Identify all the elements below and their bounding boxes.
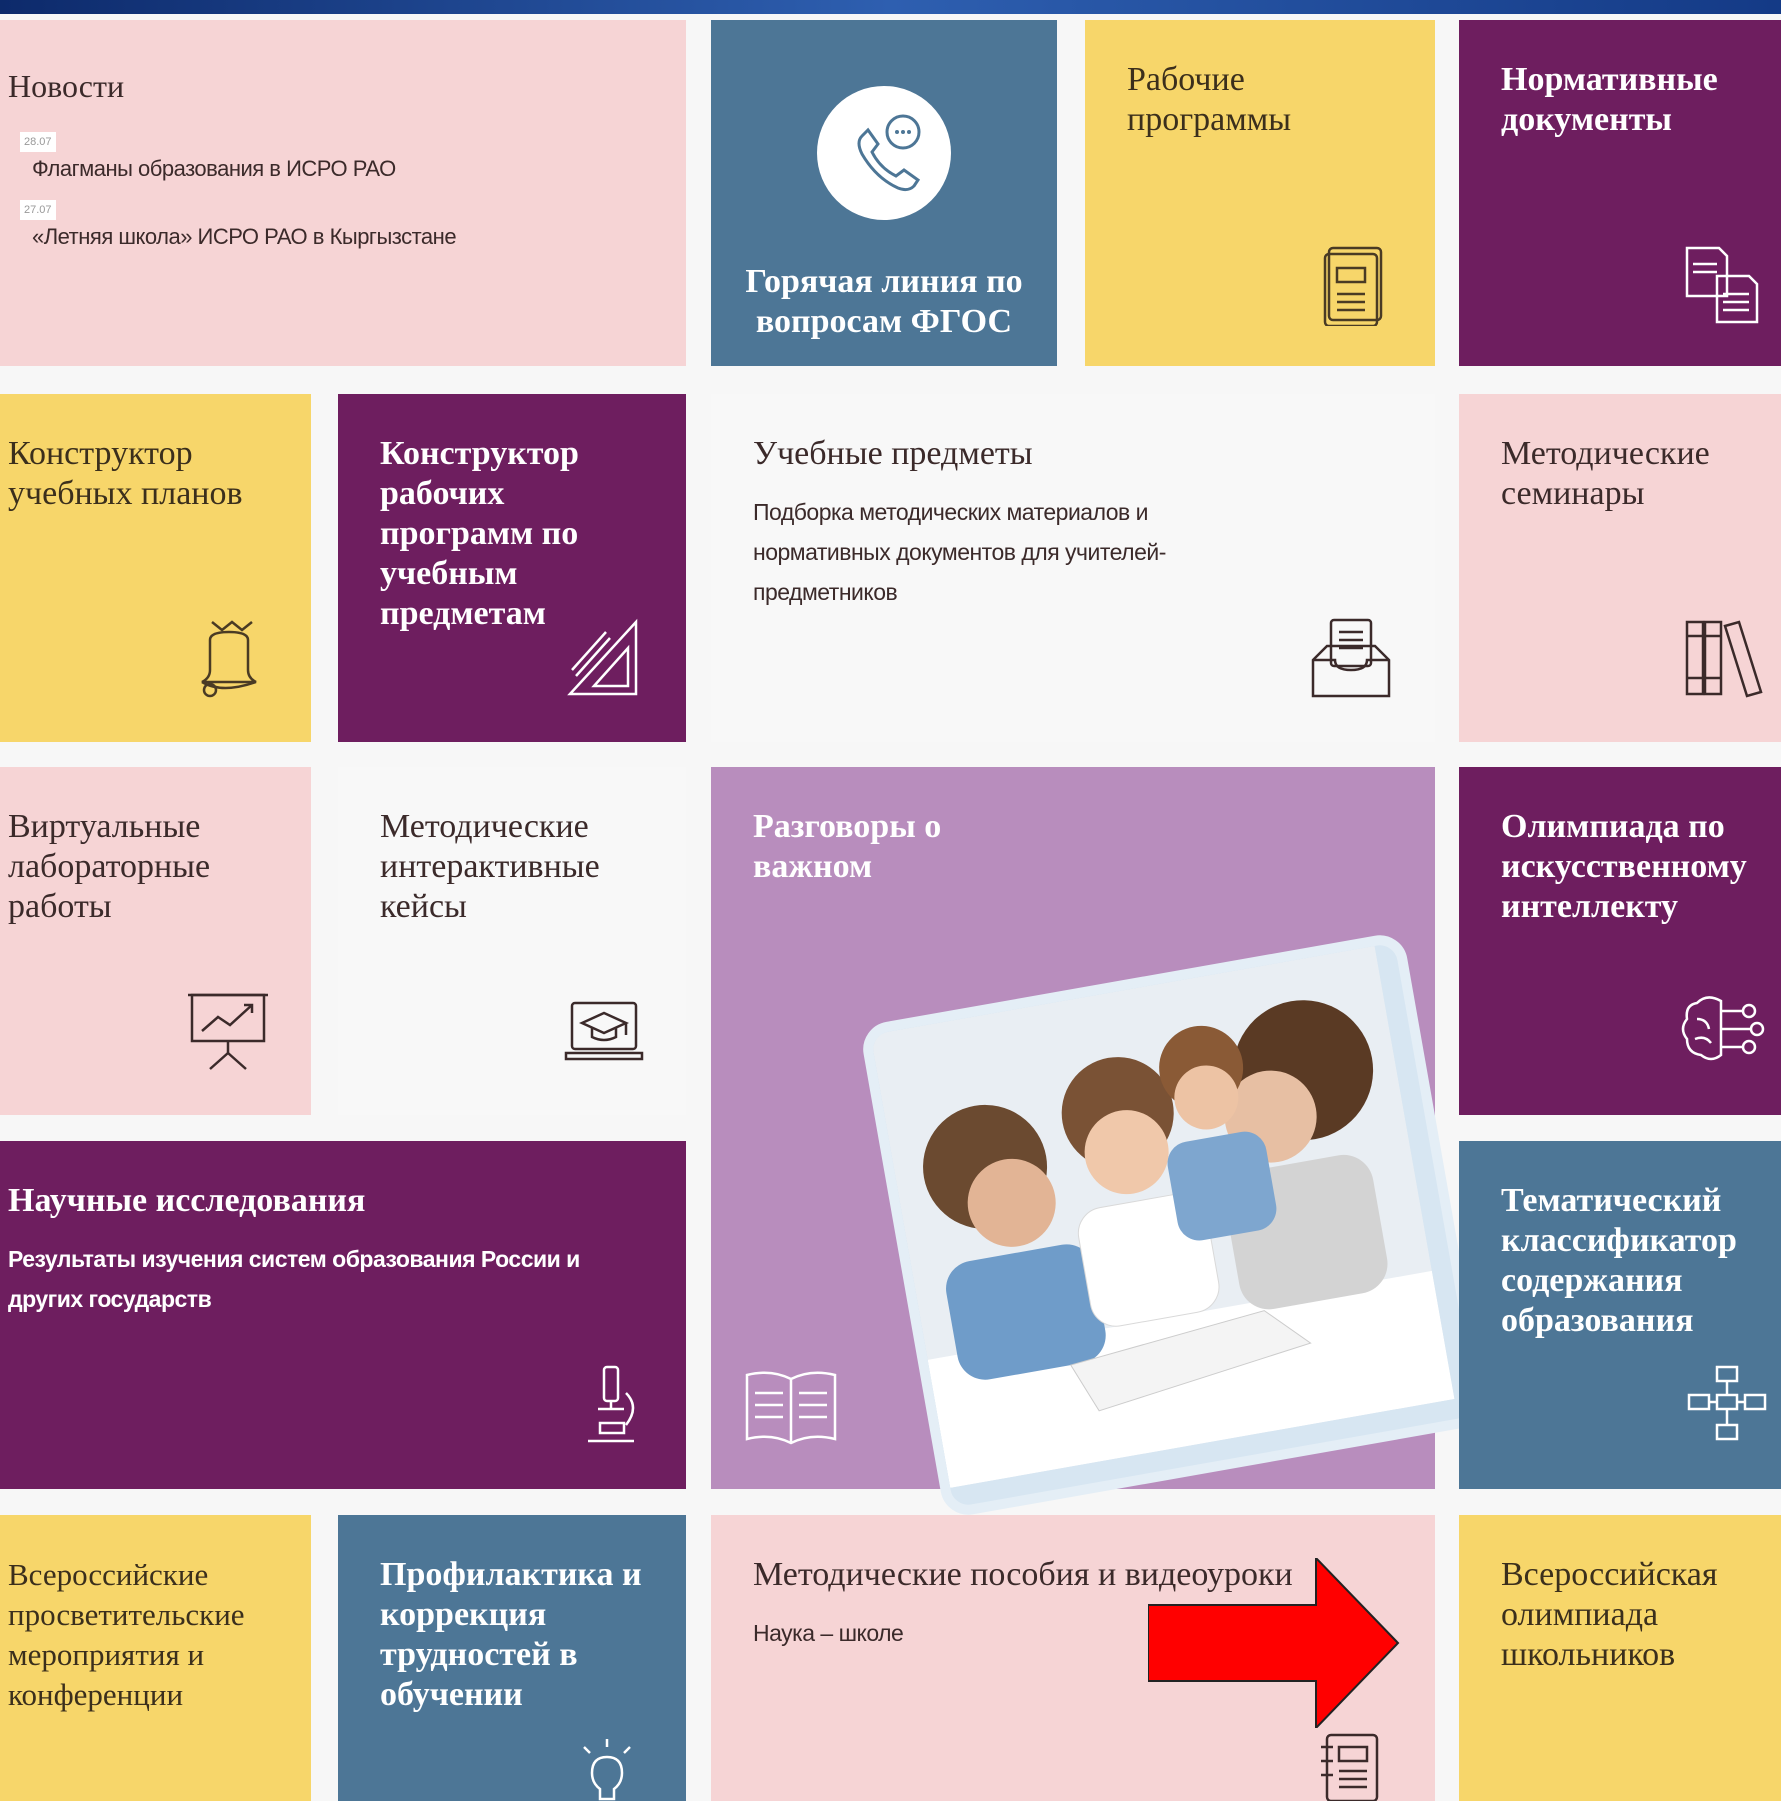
normative-docs-title: Нормативные документы — [1501, 61, 1718, 138]
classifier-tile[interactable]: Тематический классификатор содержания об… — [1459, 1141, 1781, 1489]
top-banner-strip — [0, 0, 1781, 14]
news-date: 28.07 — [20, 132, 56, 152]
notebook-icon — [1317, 1731, 1383, 1801]
red-arrow-icon — [1147, 1555, 1402, 1733]
curriculum-builder-title: Конструктор учебных планов — [8, 435, 243, 512]
ai-brain-icon — [1681, 989, 1765, 1073]
seminars-title: Методические семинары — [1501, 435, 1710, 512]
important-talks-title: Разговоры о важном — [753, 808, 942, 885]
prevention-tile[interactable]: Профилактика и коррекция трудностей в об… — [338, 1515, 686, 1801]
news-title: Новости — [8, 68, 125, 104]
program-builder-title: Конструктор рабочих программ по учебным … — [380, 435, 579, 632]
news-link[interactable]: Флагманы образования в ИСРО РАО — [32, 156, 678, 182]
seminars-tile[interactable]: Методические семинары — [1459, 394, 1781, 742]
phone-chat-icon — [817, 86, 951, 220]
news-tile[interactable]: Новости 28.07 Флагманы образования в ИСР… — [0, 20, 686, 366]
ai-olympiad-tile[interactable]: Олимпиада по искусственному интеллекту — [1459, 767, 1781, 1115]
news-date: 27.07 — [20, 200, 56, 220]
laptop-graduation-icon — [562, 989, 646, 1073]
research-title: Научные исследования — [8, 1182, 366, 1219]
interactive-cases-title: Методические интерактивные кейсы — [380, 808, 600, 925]
work-programs-tile[interactable]: Рабочие программы — [1085, 20, 1435, 366]
lightbulb-icon — [574, 1737, 640, 1801]
virtual-labs-title: Виртуальные лабораторные работы — [8, 808, 211, 925]
ruler-triangle-icon — [564, 616, 648, 700]
document-icon — [1321, 242, 1387, 326]
teacher-children-photo — [858, 930, 1490, 1520]
classifier-title: Тематический классификатор содержания об… — [1501, 1182, 1737, 1339]
subjects-description: Подборка методических материалов и норма… — [753, 499, 1166, 605]
open-book-icon — [741, 1365, 841, 1449]
events-title: Всероссийские просветительские мероприят… — [8, 1557, 245, 1712]
program-builder-tile[interactable]: Конструктор рабочих программ по учебным … — [338, 394, 686, 742]
microscope-icon — [578, 1363, 644, 1447]
hierarchy-icon — [1685, 1363, 1769, 1447]
prevention-title: Профилактика и коррекция трудностей в об… — [380, 1556, 642, 1713]
ai-olympiad-title: Олимпиада по искусственному интеллекту — [1501, 808, 1747, 925]
hotline-tile[interactable]: Горячая линия по вопросам ФГОС — [711, 20, 1057, 366]
news-link[interactable]: «Летняя школа» ИСРО РАО в Кыргызстане — [32, 224, 678, 250]
virtual-labs-tile[interactable]: Виртуальные лабораторные работы — [0, 767, 311, 1115]
curriculum-builder-tile[interactable]: Конструктор учебных планов — [0, 394, 311, 742]
documents-icon — [1681, 242, 1765, 326]
news-item[interactable]: 28.07 Флагманы образования в ИСРО РАО — [8, 132, 678, 182]
interactive-cases-tile[interactable]: Методические интерактивные кейсы — [338, 767, 686, 1115]
research-tile[interactable]: Научные исследования Результаты изучения… — [0, 1141, 686, 1489]
work-programs-title: Рабочие программы — [1127, 61, 1292, 138]
normative-docs-tile[interactable]: Нормативные документы — [1459, 20, 1781, 366]
subjects-tile[interactable]: Учебные предметы Подборка методических м… — [711, 394, 1435, 742]
school-olympiad-title: Всероссийская олимпиада школьников — [1501, 1556, 1718, 1673]
presentation-chart-icon — [186, 989, 270, 1073]
inbox-tray-icon — [1309, 616, 1393, 700]
research-description: Результаты изучения систем образования Р… — [8, 1246, 580, 1312]
events-tile[interactable]: Всероссийские просветительские мероприят… — [0, 1515, 311, 1801]
bell-icon — [196, 616, 262, 700]
subjects-title: Учебные предметы — [753, 435, 1033, 472]
books-icon — [1681, 616, 1765, 700]
school-olympiad-tile[interactable]: Всероссийская олимпиада школьников — [1459, 1515, 1781, 1801]
hotline-title: Горячая линия по вопросам ФГОС — [745, 263, 1023, 340]
news-item[interactable]: 27.07 «Летняя школа» ИСРО РАО в Кыргызст… — [8, 200, 678, 250]
